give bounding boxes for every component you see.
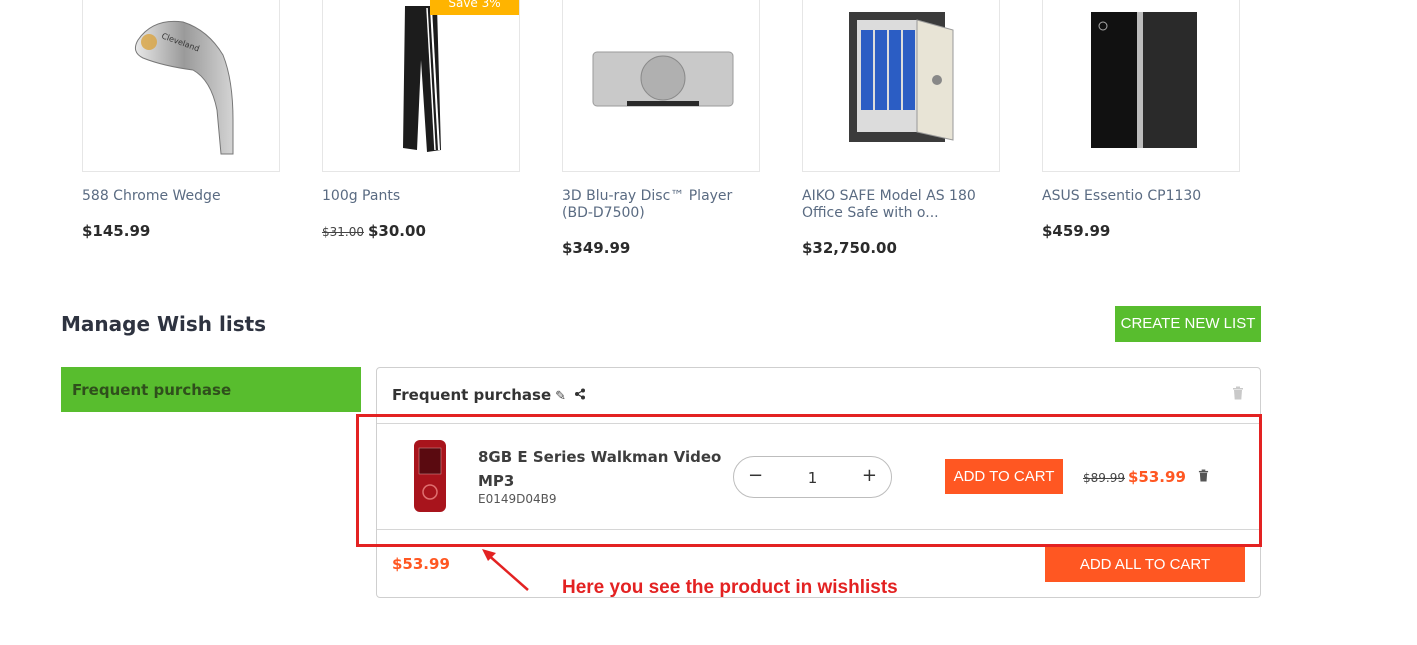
product-price: $145.99	[82, 222, 151, 240]
product-card[interactable]: Cleveland 588 Chrome Wedge $145.99	[82, 0, 282, 240]
product-image[interactable]	[562, 0, 760, 172]
wishlist-title: Frequent purchase ✎	[392, 386, 586, 404]
highlight-box	[356, 414, 1262, 547]
product-card[interactable]: AIKO SAFE Model AS 180 Office Safe with …	[802, 0, 1002, 257]
product-image[interactable]: Save 3%	[322, 0, 520, 172]
product-image[interactable]: Cleveland	[82, 0, 280, 172]
share-icon[interactable]	[570, 388, 586, 404]
create-new-list-button[interactable]: CREATE NEW LIST	[1115, 306, 1261, 342]
annotation-text: Here you see the product in wishlists	[562, 577, 898, 598]
trash-icon[interactable]	[1232, 386, 1244, 404]
page-title: Manage Wish lists	[61, 312, 267, 336]
product-image[interactable]	[1042, 0, 1240, 172]
product-name[interactable]: 588 Chrome Wedge	[82, 188, 282, 205]
wishlist-total: $53.99	[392, 555, 450, 573]
product-name[interactable]: 100g Pants	[322, 188, 522, 205]
product-card[interactable]: ASUS Essentio CP1130 $459.99	[1042, 0, 1242, 240]
product-price: $459.99	[1042, 222, 1111, 240]
product-card[interactable]: 3D Blu-ray Disc™ Player (BD-D7500) $349.…	[562, 0, 762, 257]
product-name[interactable]: AIKO SAFE Model AS 180 Office Safe with …	[802, 188, 1002, 222]
old-price: $31.00	[322, 225, 364, 239]
product-price: $31.00 $30.00	[322, 222, 426, 240]
arrow-icon	[482, 549, 529, 591]
edit-icon[interactable]: ✎	[555, 389, 566, 404]
wishlist-tab-frequent-purchase[interactable]: Frequent purchase	[61, 367, 361, 412]
product-name[interactable]: ASUS Essentio CP1130	[1042, 188, 1242, 205]
product-image[interactable]	[802, 0, 1000, 172]
product-price: $32,750.00	[802, 239, 897, 257]
product-price: $349.99	[562, 239, 631, 257]
add-all-to-cart-button[interactable]: ADD ALL TO CART	[1045, 547, 1245, 582]
product-name[interactable]: 3D Blu-ray Disc™ Player (BD-D7500)	[562, 188, 762, 222]
discount-badge: Save 3%	[430, 0, 519, 15]
product-card[interactable]: Save 3% 100g Pants $31.00 $30.00	[322, 0, 522, 240]
